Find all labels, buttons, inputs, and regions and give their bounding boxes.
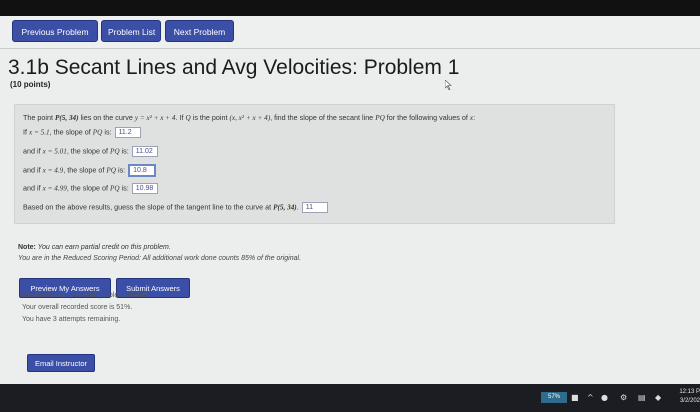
reduced-scoring-note: You are in the Reduced Scoring Period: A… — [18, 255, 302, 262]
note-text: You can earn partial credit on this prob… — [35, 244, 171, 251]
attempts-status: You have attempted this problem 2 times. — [22, 292, 151, 299]
x-variable: x — [469, 114, 474, 122]
case-prefix: and if — [23, 146, 43, 156]
case-text: , the slope of — [49, 127, 93, 137]
answer-input-1[interactable]: 11.2 — [114, 127, 141, 138]
mouse-cursor-icon — [445, 80, 452, 90]
case-row: and if x = 4.9, the slope of PQ is: 10.8 — [23, 164, 157, 177]
problem-statement: The point P(5, 34) lies on the curve y =… — [14, 104, 615, 224]
score-status: Your overall recorded score is 51%. — [22, 304, 133, 311]
point-q: (x, x² + x + 4) — [229, 114, 271, 122]
case-text: is: — [119, 146, 129, 156]
secant-pq-label: PQ — [109, 184, 120, 193]
problem-intro: The point P(5, 34) lies on the curve y =… — [23, 113, 476, 122]
settings-icon[interactable]: ⚙ — [620, 393, 629, 402]
partial-credit-note: Note: You can earn partial credit on thi… — [18, 244, 171, 251]
answer-input-2[interactable]: 11.02 — [131, 146, 158, 157]
case-prefix: and if — [23, 165, 43, 175]
previous-problem-button[interactable]: Previous Problem — [12, 20, 98, 42]
chevron-up-icon[interactable]: ^ — [587, 393, 596, 402]
tangent-row: Based on the above results, guess the sl… — [23, 202, 328, 213]
secant-pq-label: PQ — [375, 114, 385, 122]
intro-text: , find the slope of the secant line — [270, 113, 376, 122]
points-label: (10 points) — [10, 80, 51, 89]
point-p: P(5, 34) — [273, 203, 297, 212]
tangent-text: Based on the above results, guess the sl… — [23, 202, 274, 212]
intro-text: . If — [175, 113, 186, 122]
case-condition: x = 4.9 — [42, 166, 64, 175]
secant-pq-label: PQ — [106, 166, 116, 175]
case-row: If x = 5.1, the slope of PQ is: 11.2 — [23, 127, 141, 138]
case-text: is: — [102, 127, 112, 137]
case-text: is: — [115, 165, 126, 175]
windows-taskbar: 57% ■ ^ ● ⚙ ▤ ◆ 12:13 P 3/2/202 — [0, 384, 700, 412]
secant-pq-label: PQ — [109, 147, 120, 156]
page-title: 3.1b Secant Lines and Avg Velocities: Pr… — [8, 56, 460, 79]
problem-list-button[interactable]: Problem List — [101, 20, 161, 42]
curve-equation: y = x² + x + 4 — [134, 114, 176, 122]
point-p: P(5, 34) — [54, 114, 79, 122]
case-prefix: and if — [23, 183, 43, 193]
problem-navbar: Previous Problem Problem List Next Probl… — [0, 16, 700, 49]
case-row: and if x = 5.01, the slope of PQ is: 11.0… — [23, 146, 158, 157]
system-clock[interactable]: 12:13 P 3/2/202 — [672, 388, 700, 406]
case-row: and if x = 4.99, the slope of PQ is: 10.9… — [23, 183, 158, 194]
intro-text: The point — [23, 113, 55, 122]
secant-pq-label: PQ — [92, 128, 103, 137]
tangent-answer-input[interactable]: 11 — [301, 202, 328, 213]
case-text: is: — [119, 183, 129, 193]
case-text: , the slope of — [66, 183, 110, 193]
network-icon[interactable]: ● — [601, 393, 610, 402]
answer-input-3[interactable]: 10.8 — [128, 164, 157, 177]
case-condition: x = 5.1 — [29, 128, 50, 137]
browser-viewport: Previous Problem Problem List Next Probl… — [0, 16, 700, 384]
remaining-status: You have 3 attempts remaining. — [22, 316, 121, 323]
battery-badge[interactable]: 57% — [541, 392, 567, 403]
intro-text: lies on the curve — [78, 113, 135, 122]
next-problem-button[interactable]: Next Problem — [165, 20, 234, 42]
tray-app-icon[interactable]: ■ — [571, 393, 580, 402]
volume-icon[interactable]: ◆ — [655, 393, 664, 402]
keyboard-icon[interactable]: ▤ — [638, 393, 647, 402]
clock-time: 12:13 P — [679, 389, 700, 395]
email-instructor-button[interactable]: Email Instructor — [27, 354, 95, 372]
case-condition: x = 5.01 — [42, 147, 67, 156]
clock-date: 3/2/202 — [679, 398, 700, 404]
note-label: Note: — [18, 244, 36, 251]
case-text: , the slope of — [66, 146, 110, 156]
intro-text: is the point — [190, 113, 230, 122]
intro-text: for the following values of — [384, 113, 470, 122]
answer-input-4[interactable]: 10.98 — [131, 183, 158, 194]
case-condition: x = 4.99 — [42, 184, 67, 193]
case-text: , the slope of — [63, 165, 107, 175]
